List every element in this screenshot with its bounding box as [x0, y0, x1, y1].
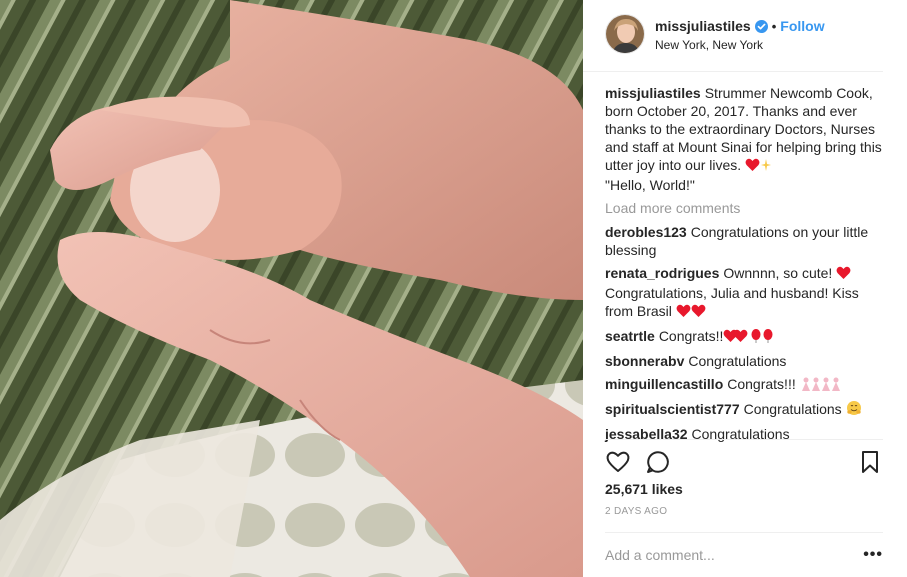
verified-badge-icon — [754, 19, 768, 33]
heart-icon[interactable] — [605, 449, 631, 475]
follow-button[interactable]: Follow — [780, 18, 824, 34]
baby-hand-photo — [0, 0, 583, 577]
add-comment-input[interactable]: Add a comment... — [605, 547, 863, 563]
load-more-comments-button[interactable]: Load more comments — [605, 200, 883, 216]
comment-username[interactable]: minguillencastillo — [605, 376, 723, 392]
hearts-balloons-emoji — [723, 329, 777, 347]
comment-item: renata_rodrigues Ownnnn, so cute! Congrat… — [605, 264, 883, 322]
location-link[interactable]: New York, New York — [655, 38, 825, 52]
comment-item: derobles123 Congratulations on your littl… — [605, 223, 883, 259]
dancers-emoji — [800, 377, 842, 395]
caption: missjuliastiles Strummer Newcomb Cook, bo… — [605, 84, 883, 194]
comment-username[interactable]: derobles123 — [605, 224, 687, 240]
instagram-post: missjuliastiles • Follow New York, New Y… — [0, 0, 907, 577]
sparkles-emoji — [760, 158, 772, 176]
comment-text: Congratulations — [743, 401, 842, 417]
comment-item: minguillencastillo Congrats!!! — [605, 375, 883, 395]
likes-count[interactable]: 25,671 likes — [605, 481, 683, 497]
caption-text-hello: "Hello, World!" — [605, 177, 695, 193]
two-hearts-emoji — [676, 304, 706, 322]
avatar-image — [606, 15, 644, 53]
heart-emoji — [836, 266, 851, 284]
action-bar — [605, 439, 883, 483]
comment-item: seatrtle Congrats!! — [605, 327, 883, 347]
comment-icon[interactable] — [645, 449, 671, 475]
avatar[interactable] — [605, 14, 645, 54]
separator-dot: • — [771, 18, 777, 34]
comment-text: Ownnnn, so cute! — [723, 265, 833, 281]
comment-item: spiritualscientist777 Congratulations — [605, 400, 883, 420]
comments-list: missjuliastiles Strummer Newcomb Cook, bo… — [583, 72, 907, 443]
hugging-face-emoji — [846, 400, 862, 420]
post-photo[interactable] — [0, 0, 583, 577]
bookmark-icon[interactable] — [857, 449, 883, 475]
add-comment-bar: Add a comment... ••• — [605, 532, 883, 576]
comment-username[interactable]: renata_rodrigues — [605, 265, 719, 281]
post-timestamp[interactable]: 2 DAYS AGO — [605, 506, 667, 517]
comment-text: Congrats!! — [658, 328, 724, 344]
post-header: missjuliastiles • Follow New York, New Y… — [583, 0, 883, 72]
header-text: missjuliastiles • Follow New York, New Y… — [655, 14, 825, 52]
comment-text: Congrats!!! — [727, 376, 796, 392]
comment-username[interactable]: seatrtle — [605, 328, 655, 344]
caption-username[interactable]: missjuliastiles — [605, 85, 701, 101]
comment-text: Congratulations — [688, 353, 787, 369]
comment-username[interactable]: sbonnerabv — [605, 353, 684, 369]
header-row: missjuliastiles • Follow — [655, 16, 825, 36]
header-username[interactable]: missjuliastiles — [655, 18, 751, 34]
comment-item: sbonnerabv Congratulations — [605, 352, 883, 370]
comment-text: Congratulations, Julia and husband! Kiss… — [605, 285, 859, 319]
more-options-icon[interactable]: ••• — [863, 546, 883, 564]
post-sidebar: missjuliastiles • Follow New York, New Y… — [583, 0, 907, 577]
comment-username[interactable]: spiritualscientist777 — [605, 401, 740, 417]
heart-emoji — [745, 158, 760, 176]
